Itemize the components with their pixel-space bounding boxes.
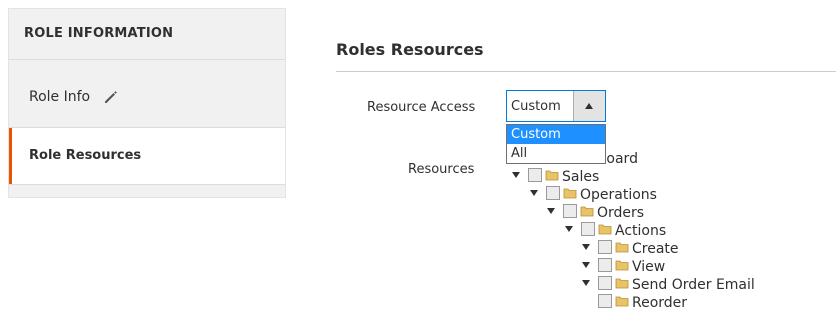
tree-item-reorder[interactable]: Reorder [582,294,688,313]
tree-item-sales[interactable]: Sales [512,168,600,187]
checkbox[interactable] [563,204,577,218]
tree-item-send-order-email[interactable]: Send Order Email [582,276,755,295]
folder-icon [580,206,594,217]
sidebar-title: ROLE INFORMATION [24,26,174,41]
expand-toggle-icon[interactable] [582,280,590,286]
tree-item-actions[interactable]: Actions [565,222,667,241]
folder-icon [615,296,629,307]
tree-item-label: Operations [580,187,657,203]
expand-toggle-icon[interactable] [582,244,590,250]
tree-item-label: View [632,259,666,275]
tree-item-operations[interactable]: Operations [530,186,657,205]
sidebar-item-role-info[interactable]: Role Info [9,71,285,127]
tree-item-orders[interactable]: Orders [547,204,645,223]
tree-item-label: Actions [615,223,667,239]
expand-toggle-icon[interactable] [547,208,555,214]
role-information-sidebar: ROLE INFORMATION Role Info Role Resource… [8,8,286,198]
sidebar-item-role-resources[interactable]: Role Resources [9,128,285,184]
chevron-up-icon [585,103,593,109]
tree-item-label: Create [632,241,679,257]
section-divider [336,71,836,72]
checkbox[interactable] [546,186,560,200]
tree-item-label: Reorder [632,295,688,311]
option-custom[interactable]: Custom [507,125,605,144]
folder-icon [563,188,577,199]
folder-icon [598,224,612,235]
sidebar-item-label: Role Info [29,89,91,105]
checkbox[interactable] [598,294,612,308]
tree-item-label: Orders [597,205,645,221]
folder-icon [615,260,629,271]
section-title: Roles Resources [336,40,484,59]
expand-toggle-icon[interactable] [582,262,590,268]
option-all[interactable]: All [507,144,605,163]
tree-item-label: Sales [562,169,600,185]
resource-access-label: Resource Access [367,100,476,115]
resource-access-dropdown[interactable]: Custom All [506,124,606,164]
checkbox[interactable] [528,168,542,182]
expand-toggle-icon[interactable] [512,172,520,178]
expand-toggle-icon[interactable] [565,226,573,232]
sidebar-item-label: Role Resources [29,148,142,163]
tree-item-view[interactable]: View [582,258,666,277]
tree-item-create[interactable]: Create [582,240,679,259]
checkbox[interactable] [598,240,612,254]
folder-icon [615,278,629,289]
folder-icon [545,170,559,181]
select-toggle-button[interactable] [573,91,605,121]
sidebar-divider [9,59,285,60]
checkbox[interactable] [581,222,595,236]
folder-icon [615,242,629,253]
resource-access-value: Custom [511,99,561,114]
checkbox[interactable] [598,276,612,290]
sidebar-divider [9,184,285,185]
expand-toggle-icon[interactable] [530,190,538,196]
resource-access-select[interactable]: Custom [506,90,606,122]
pencil-icon [105,91,117,103]
resources-label: Resources [408,162,475,177]
tree-item-label: Send Order Email [632,277,755,293]
checkbox[interactable] [598,258,612,272]
